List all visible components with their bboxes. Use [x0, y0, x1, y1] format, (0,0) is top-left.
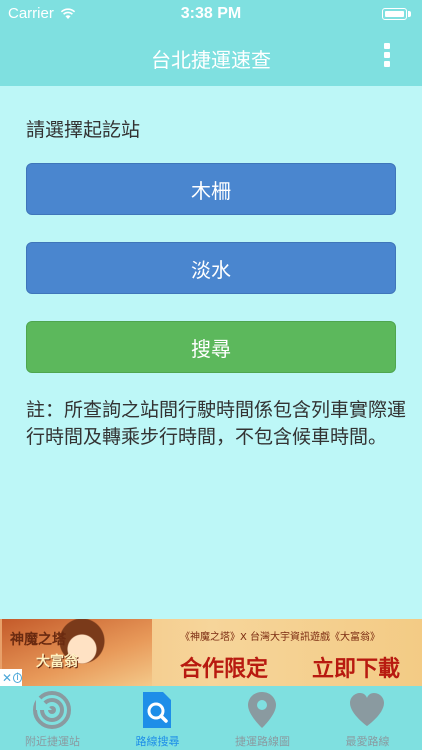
radar-icon [33, 691, 71, 729]
tab-label: 路線搜尋 [135, 735, 180, 748]
nav-bar: 台北捷運速查 [0, 30, 422, 86]
ad-info-icon[interactable]: i [13, 672, 22, 683]
ad-cta[interactable]: 立即下載 [312, 651, 400, 683]
ad-logo-text-secondary: 大富翁 [36, 654, 78, 670]
tab-label: 最愛路線 [345, 735, 390, 748]
origin-station-button[interactable]: 木柵 [26, 163, 396, 215]
tab-route-search[interactable]: 路線搜尋 [105, 686, 210, 750]
origin-station-label: 木柵 [191, 178, 231, 203]
tab-route-map[interactable]: 捷運路線圖 [210, 686, 315, 750]
tab-label: 捷運路線圖 [235, 735, 290, 748]
destination-station-button[interactable]: 淡水 [26, 242, 396, 294]
search-icon [143, 692, 171, 728]
travel-time-note: 註：所查詢之站間行駛時間係包含列車實際運行時間及轉乘步行時間，不包含候車時間。 [26, 399, 407, 448]
more-menu-icon[interactable] [384, 43, 390, 73]
battery-icon [382, 8, 412, 21]
tab-favorite-routes[interactable]: 最愛路線 [315, 686, 420, 750]
tab-nearby-stations[interactable]: 附近捷運站 [0, 686, 105, 750]
ad-close-icon[interactable]: ✕ [0, 671, 12, 685]
search-button[interactable]: 搜尋 [26, 321, 396, 373]
page-title: 台北捷運速查 [151, 48, 271, 72]
station-prompt: 請選擇起訖站 [26, 119, 141, 141]
ad-banner[interactable]: 神魔之塔 大富翁 《神魔之塔》X 台灣大宇資訊遊戲《大富翁》 合作限定 立即下載… [0, 619, 422, 686]
ad-headline: 合作限定 [180, 657, 269, 682]
heart-icon [350, 693, 384, 726]
tab-label: 附近捷運站 [25, 735, 80, 748]
ad-choices-badge[interactable]: ✕ i [0, 669, 22, 686]
destination-station-label: 淡水 [191, 257, 231, 282]
ad-subheadline: 《神魔之塔》X 台灣大宇資訊遊戲《大富翁》 [180, 632, 381, 643]
ad-logo-text: 神魔之塔 [10, 632, 66, 648]
status-time: 3:38 PM [180, 5, 242, 22]
status-bar: Carrier 3:38 PM [0, 0, 422, 30]
tab-bar: 附近捷運站 路線搜尋 捷運路線圖 最愛路線 [0, 686, 422, 750]
search-button-label: 搜尋 [191, 336, 231, 361]
map-pin-icon [248, 692, 276, 728]
